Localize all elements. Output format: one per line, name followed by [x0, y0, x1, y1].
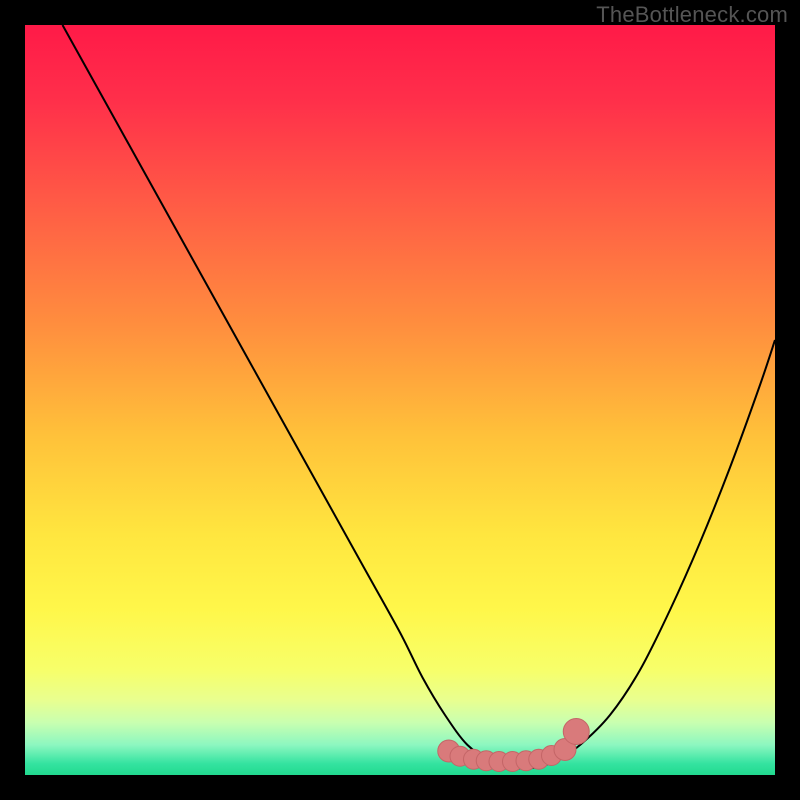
gradient-background — [25, 25, 775, 775]
outer-frame: TheBottleneck.com — [0, 0, 800, 800]
chart-plot-area — [25, 25, 775, 775]
chart-svg — [25, 25, 775, 775]
optimal-marker — [563, 719, 589, 745]
